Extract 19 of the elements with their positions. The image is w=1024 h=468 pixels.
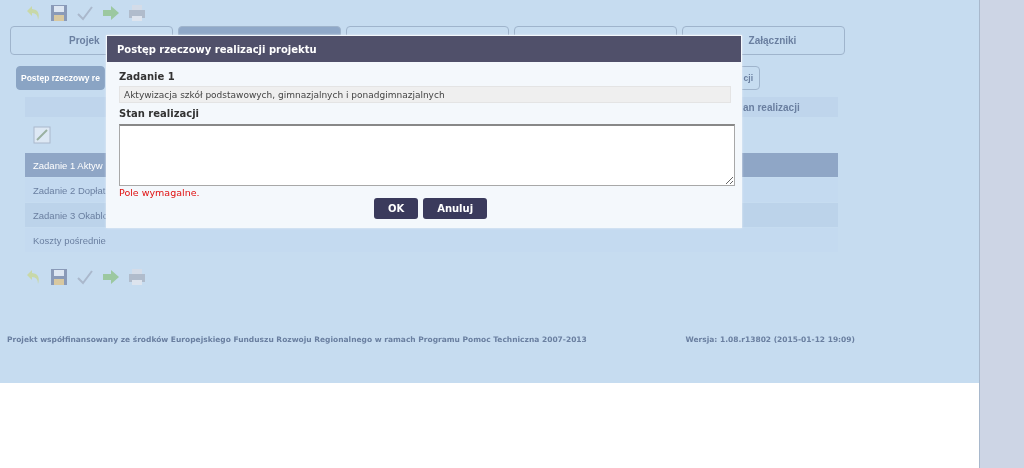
cancel-button[interactable]: Anuluj bbox=[423, 198, 488, 219]
save-icon[interactable] bbox=[50, 268, 68, 286]
arrow-right-icon[interactable] bbox=[102, 268, 120, 286]
subtab[interactable]: Postęp rzeczowy re bbox=[16, 66, 105, 90]
error-message: Pole wymagalne. bbox=[119, 187, 201, 198]
check-icon[interactable] bbox=[76, 4, 94, 22]
ok-button[interactable]: OK bbox=[373, 198, 419, 219]
task-field: Aktywizacja szkół podstawowych, gimnazjalnych i ponadgimnazjalnych bbox=[119, 86, 731, 103]
field-label: Zadanie 1 bbox=[119, 71, 176, 84]
column-header: an realizacji bbox=[743, 101, 800, 113]
printer-icon[interactable] bbox=[128, 268, 146, 286]
arrow-right-icon[interactable] bbox=[102, 4, 120, 22]
field-label: Stan realizacji bbox=[119, 108, 200, 121]
status-textarea[interactable] bbox=[119, 124, 735, 186]
save-icon[interactable] bbox=[50, 4, 68, 22]
check-icon[interactable] bbox=[76, 268, 94, 286]
printer-icon[interactable] bbox=[128, 4, 146, 22]
dialog-title: Postęp rzeczowy realizacji projektu bbox=[107, 36, 741, 62]
pencil-icon[interactable] bbox=[33, 126, 51, 144]
